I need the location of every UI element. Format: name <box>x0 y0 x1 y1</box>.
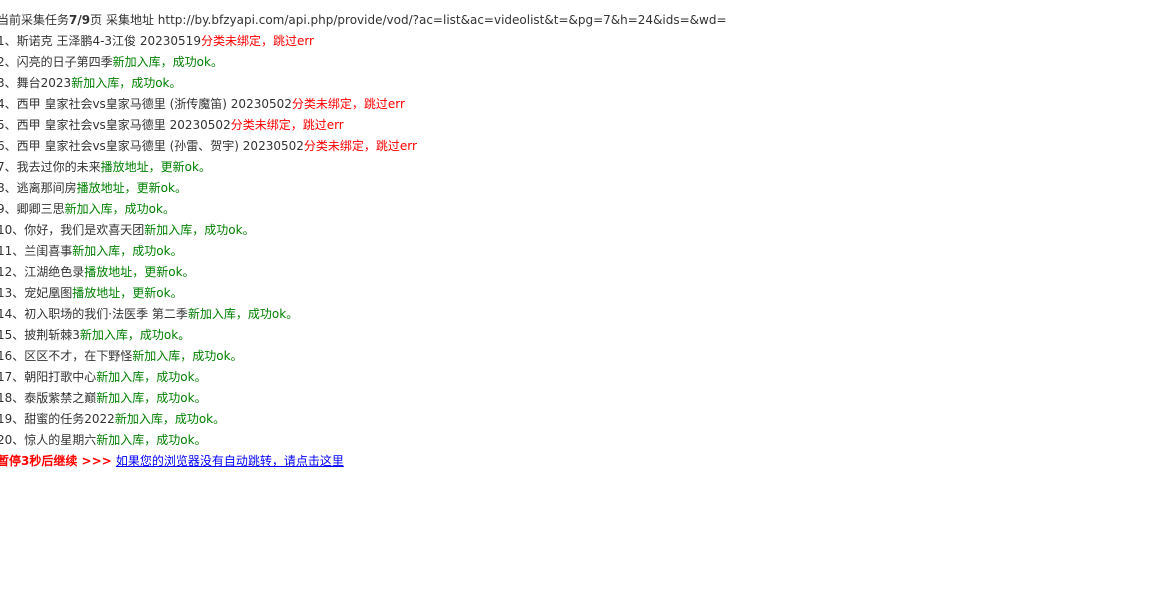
row-status: 分类未绑定，跳过err <box>200 34 314 48</box>
manual-redirect-link[interactable]: 如果您的浏览器没有自动跳转，请点击这里 <box>116 454 344 468</box>
row-title: 西甲 皇家社会vs皇家马德里 (孙雷、贺宇) 20230502 <box>16 139 304 153</box>
row-status: 分类未绑定，跳过err <box>291 97 405 111</box>
row-title: 舞台2023 <box>16 76 72 90</box>
collection-status-header: 当前采集任务7/9页 采集地址 http://by.bfzyapi.com/ap… <box>0 10 1154 31</box>
log-list: 1、斯诺克 王泽鹏4-3江俊 20230519分类未绑定，跳过err 2、闪亮的日… <box>0 31 1154 451</box>
row-title: 闪亮的日子第四季 <box>16 55 113 69</box>
row-title: 西甲 皇家社会vs皇家马德里 (浙传魔笛) 20230502 <box>16 97 292 111</box>
log-row: 12、江湖绝色录播放地址，更新ok。 <box>0 262 1154 283</box>
row-index: 8、 <box>0 181 17 195</box>
row-status: 新加入库，成功ok。 <box>64 202 175 216</box>
row-title: 你好，我们是欢喜天团 <box>24 223 145 237</box>
log-row: 19、甜蜜的任务2022新加入库，成功ok。 <box>0 409 1154 430</box>
row-index: 15、 <box>0 328 25 342</box>
row-index: 13、 <box>0 286 25 300</box>
log-row: 1、斯诺克 王泽鹏4-3江俊 20230519分类未绑定，跳过err <box>0 31 1154 52</box>
log-row: 16、区区不才，在下野怪新加入库，成功ok。 <box>0 346 1154 367</box>
row-index: 1、 <box>0 34 17 48</box>
pause-notice: 暂停3秒后继续 <box>0 454 78 468</box>
row-index: 14、 <box>0 307 25 321</box>
row-index: 11、 <box>0 244 25 258</box>
row-index: 7、 <box>0 160 17 174</box>
row-title: 宠妃凰图 <box>24 286 73 300</box>
row-status: 播放地址，更新ok。 <box>76 181 187 195</box>
row-index: 17、 <box>0 370 25 384</box>
log-row: 18、泰版紫禁之巅新加入库，成功ok。 <box>0 388 1154 409</box>
row-status: 播放地址，更新ok。 <box>84 265 195 279</box>
row-index: 12、 <box>0 265 25 279</box>
row-index: 16、 <box>0 349 25 363</box>
row-title: 兰闺喜事 <box>24 244 73 258</box>
redirect-footer: 暂停3秒后继续 >>> 如果您的浏览器没有自动跳转，请点击这里 <box>0 451 1154 472</box>
collection-log: 当前采集任务7/9页 采集地址 http://by.bfzyapi.com/ap… <box>0 13 1154 472</box>
log-row: 10、你好，我们是欢喜天团新加入库，成功ok。 <box>0 220 1154 241</box>
row-index: 2、 <box>0 55 17 69</box>
row-status: 新加入库，成功ok。 <box>72 244 183 258</box>
row-title: 初入职场的我们·法医季 第二季 <box>24 307 188 321</box>
row-index: 6、 <box>0 139 17 153</box>
row-status: 新加入库，成功ok。 <box>96 391 207 405</box>
row-status: 新加入库，成功ok。 <box>144 223 255 237</box>
row-title: 逃离那间房 <box>16 181 77 195</box>
log-row: 13、宠妃凰图播放地址，更新ok。 <box>0 283 1154 304</box>
log-row: 15、披荆斩棘3新加入库，成功ok。 <box>0 325 1154 346</box>
row-index: 9、 <box>0 202 17 216</box>
log-row: 6、西甲 皇家社会vs皇家马德里 (孙雷、贺宇) 20230502分类未绑定，跳… <box>0 136 1154 157</box>
log-row: 14、初入职场的我们·法医季 第二季新加入库，成功ok。 <box>0 304 1154 325</box>
log-row: 20、惊人的星期六新加入库，成功ok。 <box>0 430 1154 451</box>
log-row: 8、逃离那间房播放地址，更新ok。 <box>0 178 1154 199</box>
log-row: 4、西甲 皇家社会vs皇家马德里 (浙传魔笛) 20230502分类未绑定，跳过… <box>0 94 1154 115</box>
row-status: 新加入库，成功ok。 <box>79 328 191 342</box>
row-index: 20、 <box>0 433 25 447</box>
row-title: 甜蜜的任务2022 <box>24 412 115 426</box>
row-status: 新加入库，成功ok。 <box>112 55 223 69</box>
row-title: 斯诺克 王泽鹏4-3江俊 20230519 <box>16 34 201 48</box>
row-title: 卿卿三思 <box>16 202 65 216</box>
row-title: 西甲 皇家社会vs皇家马德里 20230502 <box>16 118 231 132</box>
row-title: 惊人的星期六 <box>24 433 97 447</box>
log-row: 11、兰闺喜事新加入库，成功ok。 <box>0 241 1154 262</box>
row-title: 披荆斩棘3 <box>24 328 80 342</box>
api-url: http://by.bfzyapi.com/api.php/provide/vo… <box>157 13 727 27</box>
page-suffix: 页 <box>90 13 103 27</box>
row-status: 新加入库，成功ok。 <box>96 433 207 447</box>
log-row: 3、舞台2023新加入库，成功ok。 <box>0 73 1154 94</box>
log-row: 17、朝阳打歌中心新加入库，成功ok。 <box>0 367 1154 388</box>
row-title: 泰版紫禁之巅 <box>24 391 97 405</box>
row-index: 4、 <box>0 97 17 111</box>
total-pages: 9 <box>81 13 91 27</box>
log-row: 5、西甲 皇家社会vs皇家马德里 20230502分类未绑定，跳过err <box>0 115 1154 136</box>
row-status: 播放地址，更新ok。 <box>100 160 211 174</box>
row-title: 江湖绝色录 <box>24 265 85 279</box>
row-status: 新加入库，成功ok。 <box>96 370 207 384</box>
row-index: 5、 <box>0 118 17 132</box>
row-status: 分类未绑定，跳过err <box>303 139 417 153</box>
row-status: 新加入库，成功ok。 <box>187 307 299 321</box>
address-label: 采集地址 <box>102 13 158 27</box>
row-title: 我去过你的未来 <box>16 160 101 174</box>
row-index: 19、 <box>0 412 25 426</box>
row-status: 新加入库，成功ok。 <box>114 412 226 426</box>
row-status: 分类未绑定，跳过err <box>230 118 344 132</box>
row-status: 新加入库，成功ok。 <box>71 76 182 90</box>
row-status: 播放地址，更新ok。 <box>72 286 183 300</box>
row-index: 3、 <box>0 76 17 90</box>
row-title: 区区不才，在下野怪 <box>24 349 133 363</box>
log-row: 9、卿卿三思新加入库，成功ok。 <box>0 199 1154 220</box>
row-index: 10、 <box>0 223 25 237</box>
row-status: 新加入库，成功ok。 <box>132 349 243 363</box>
row-index: 18、 <box>0 391 25 405</box>
header-prefix: 当前采集任务 <box>0 13 70 27</box>
log-row: 7、我去过你的未来播放地址，更新ok。 <box>0 157 1154 178</box>
log-row: 2、闪亮的日子第四季新加入库，成功ok。 <box>0 52 1154 73</box>
row-title: 朝阳打歌中心 <box>24 370 97 384</box>
pause-arrows: >>> <box>77 454 116 468</box>
